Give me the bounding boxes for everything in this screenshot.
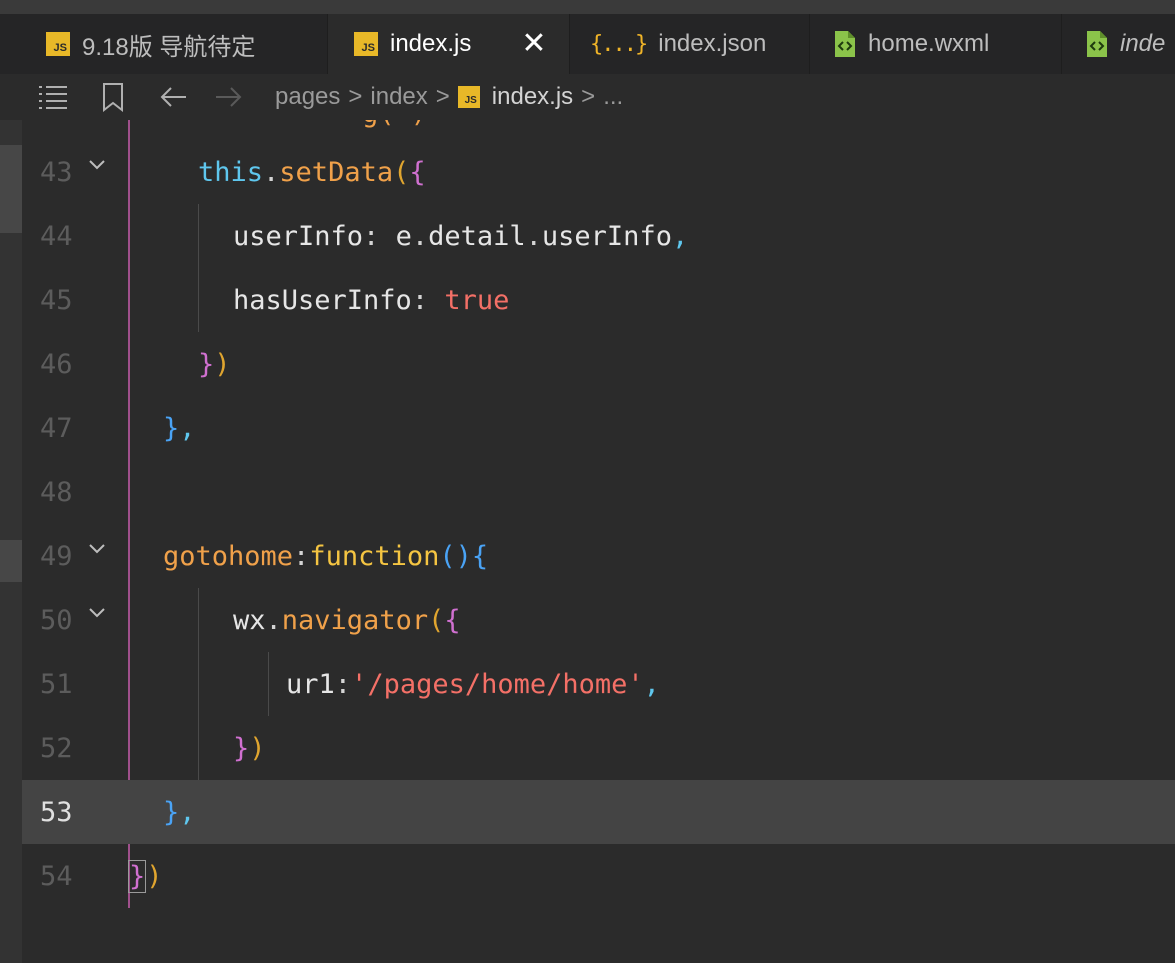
fold-chevron-icon[interactable] bbox=[88, 156, 106, 174]
line-number: 45 bbox=[40, 284, 73, 316]
line-number: 54 bbox=[40, 860, 73, 892]
code-text: }, bbox=[163, 412, 196, 444]
code-line-44[interactable]: 44 userInfo: e.detail.userInfo, bbox=[22, 204, 1175, 268]
code-line-51[interactable]: 51 ur1:'/pages/home/home', bbox=[22, 652, 1175, 716]
code-text: }) bbox=[233, 732, 266, 764]
list-icon[interactable] bbox=[36, 74, 70, 120]
code-text: hasUserInfo: true bbox=[233, 284, 510, 316]
tab-9-18[interactable]: JS 9.18版 导航待定 bbox=[0, 14, 328, 74]
js-file-icon: JS bbox=[46, 32, 70, 56]
title-strip bbox=[0, 0, 1175, 14]
breadcrumb-item-more[interactable]: ... bbox=[603, 83, 623, 111]
tab-label: 9.18版 导航待定 bbox=[82, 33, 256, 61]
wxml-file-icon bbox=[834, 30, 856, 58]
line-number: 50 bbox=[40, 604, 73, 636]
line-number: 46 bbox=[40, 348, 73, 380]
tab-label: home.wxml bbox=[868, 30, 990, 57]
js-file-icon: JS bbox=[354, 32, 378, 56]
breadcrumb-item-file[interactable]: index.js bbox=[492, 83, 573, 111]
partial-line: g( ) bbox=[362, 120, 427, 129]
line-number: 53 bbox=[40, 796, 73, 828]
activity-strip bbox=[0, 120, 22, 963]
code-line-50[interactable]: 50 wx.navigator({ bbox=[22, 588, 1175, 652]
code-line-48[interactable]: 48 bbox=[22, 460, 1175, 524]
code-line-52[interactable]: 52 }) bbox=[22, 716, 1175, 780]
line-number: 44 bbox=[40, 220, 73, 252]
code-text: wx.navigator({ bbox=[233, 604, 461, 636]
tab-label: index.js bbox=[390, 30, 472, 57]
code-line-43[interactable]: 43 this.setData({ bbox=[22, 140, 1175, 204]
code-text: gotohome:function(){ bbox=[163, 540, 489, 572]
code-text: }, bbox=[163, 796, 196, 828]
scroll-marker bbox=[0, 145, 22, 233]
code-line-47[interactable]: 47 }, bbox=[22, 396, 1175, 460]
line-number: 49 bbox=[40, 540, 73, 572]
fold-chevron-icon[interactable] bbox=[88, 540, 106, 558]
code-line-45[interactable]: 45 hasUserInfo: true bbox=[22, 268, 1175, 332]
tab-index-json[interactable]: {...} index.json bbox=[570, 14, 810, 74]
code-line-54[interactable]: 54 }) bbox=[22, 844, 1175, 908]
back-arrow-icon[interactable] bbox=[156, 74, 190, 120]
tab-label: inde bbox=[1120, 30, 1166, 57]
line-number: 52 bbox=[40, 732, 73, 764]
tab-label: index.json bbox=[658, 30, 767, 57]
breadcrumb-item-index[interactable]: index bbox=[370, 83, 427, 111]
forward-arrow-icon[interactable] bbox=[212, 74, 246, 120]
code-text: userInfo: e.detail.userInfo, bbox=[233, 220, 689, 252]
line-number: 43 bbox=[40, 156, 73, 188]
editor-tab-bar: JS 9.18版 导航待定 JS index.js ✕ {...} index.… bbox=[0, 0, 1175, 74]
tab-inde[interactable]: inde bbox=[1062, 14, 1175, 74]
breadcrumb-separator: > bbox=[348, 83, 363, 110]
code-editor[interactable]: g( ) 43 this.setData({ 44 userInfo: e.de… bbox=[22, 120, 1175, 963]
code-text: }) bbox=[128, 859, 163, 893]
fold-chevron-icon[interactable] bbox=[88, 604, 106, 622]
breadcrumb-separator: > bbox=[435, 83, 450, 110]
bracket-match: } bbox=[128, 859, 147, 893]
breadcrumb-toolbar: pages > index > JS index.js > ... bbox=[0, 74, 1175, 120]
code-text: }) bbox=[198, 348, 231, 380]
line-number: 47 bbox=[40, 412, 73, 444]
tab-index-js[interactable]: JS index.js ✕ bbox=[328, 14, 570, 74]
breadcrumb: pages > index > JS index.js > ... bbox=[275, 74, 623, 120]
breadcrumb-separator: > bbox=[581, 83, 596, 110]
tab-home-wxml[interactable]: home.wxml bbox=[810, 14, 1062, 74]
wxml-file-icon bbox=[1086, 30, 1108, 58]
code-line-53-current[interactable]: 53 }, bbox=[22, 780, 1175, 844]
code-text: ur1:'/pages/home/home', bbox=[286, 668, 660, 700]
line-number: 48 bbox=[40, 476, 73, 508]
close-icon[interactable]: ✕ bbox=[521, 29, 546, 59]
code-line-46[interactable]: 46 }) bbox=[22, 332, 1175, 396]
bookmark-icon[interactable] bbox=[98, 74, 128, 120]
code-text: this.setData({ bbox=[198, 156, 426, 188]
line-number: 51 bbox=[40, 668, 73, 700]
scroll-marker bbox=[0, 540, 22, 582]
json-file-icon: {...} bbox=[590, 31, 648, 57]
code-line-49[interactable]: 49 gotohome:function(){ bbox=[22, 524, 1175, 588]
js-file-icon: JS bbox=[457, 86, 480, 108]
breadcrumb-item-pages[interactable]: pages bbox=[275, 83, 340, 111]
